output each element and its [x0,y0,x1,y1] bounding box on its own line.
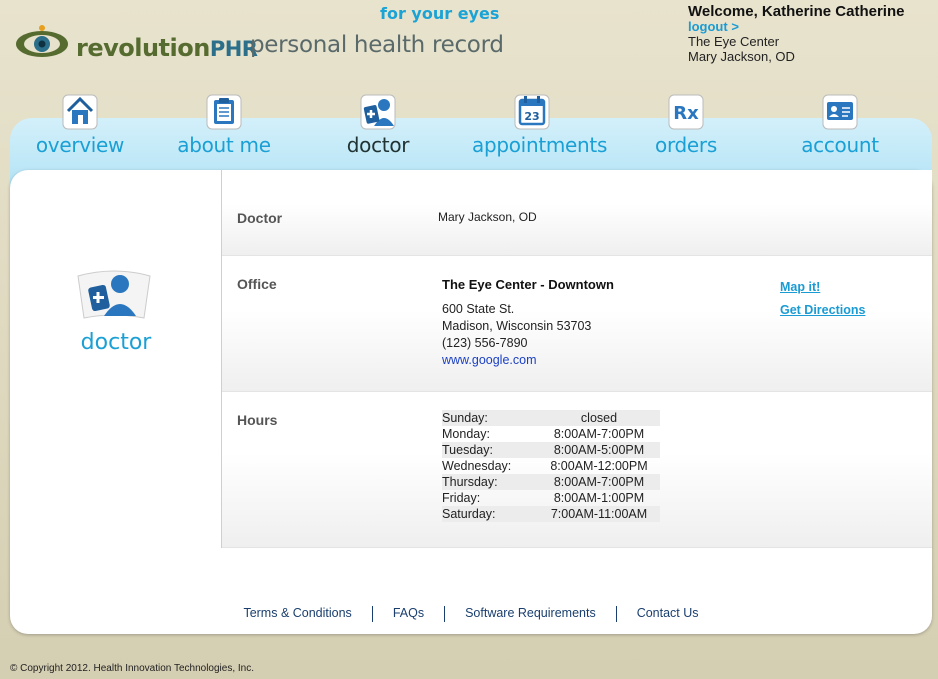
svg-text:Rx: Rx [673,103,699,124]
table-row: Sunday: closed [442,410,660,426]
office-phone: (123) 556-7890 [442,336,528,350]
hours-time: 7:00AM-11:00AM [538,506,660,522]
calendar-icon: 23 [512,90,552,130]
hours-day: Saturday: [442,506,538,522]
hours-time: 8:00AM-12:00PM [550,459,648,473]
hours-day: Sunday: [442,410,538,426]
office-label: Office [237,276,277,292]
hours-label: Hours [237,412,278,428]
doctor-icon [77,270,151,319]
tagline: personal health record [250,32,504,58]
office-city: Madison, Wisconsin 53703 [442,319,592,333]
clipboard-icon [204,90,244,130]
rx-icon: Rx [666,90,706,130]
hours-time: 8:00AM-7:00PM [538,474,660,490]
office-links: Map it! Get Directions [780,280,865,326]
table-row: Thursday: 8:00AM-7:00PM [442,474,660,490]
software-requirements-link[interactable]: Software Requirements [445,606,616,620]
practice-name: The Eye Center [688,34,780,49]
copyright-text: © Copyright 2012. Health Innovation Tech… [10,663,255,674]
logout-link[interactable]: logout > [688,19,904,34]
tab-account-label: account [801,133,879,157]
id-card-icon [820,90,860,130]
doctor-name: Mary Jackson, OD [438,210,537,224]
sidebar: doctor [10,170,222,548]
hours-time: closed [538,410,660,426]
tab-doctor-label: doctor [346,133,410,157]
table-row: Saturday: 7:00AM-11:00AM [442,506,660,522]
footer-links: Terms & Conditions FAQs Software Requireme… [10,606,932,622]
table-row: Friday: 8:00AM-1:00PM [442,490,660,506]
office-address: The Eye Center - Downtown 600 State St. … [442,276,614,369]
map-it-link[interactable]: Map it! [780,280,865,294]
tab-appointments-label: appointments [472,133,608,157]
hours-row: Hours Sunday: closed Monday: 8:00AM-7:00PM… [222,392,932,548]
hours-time: 8:00AM-1:00PM [553,491,645,505]
office-name: The Eye Center - Downtown [442,277,614,292]
user-box: Welcome, Katherine Catherine logout > Th… [688,4,904,64]
tab-doctor[interactable]: doctor [318,90,438,157]
hours-time: 8:00AM-7:00PM [553,427,645,441]
hours-day: Friday: [442,491,481,505]
office-website-link[interactable]: www.google.com [442,352,614,369]
logo[interactable]: revolutionPHR personal health record for… [14,4,514,70]
tab-account[interactable]: account [780,90,900,157]
doctor-icon [358,90,398,130]
office-street: 600 State St. [442,302,515,316]
hours-day: Tuesday: [442,442,538,458]
faqs-link[interactable]: FAQs [373,606,444,620]
sidebar-title: doctor [80,330,152,355]
doctor-row: Doctor Mary Jackson, OD [222,170,932,256]
terms-link[interactable]: Terms & Conditions [223,606,371,620]
eye-logo-icon [16,25,68,57]
svg-text:23: 23 [524,110,539,123]
doctor-label: Doctor [237,210,283,226]
get-directions-link[interactable]: Get Directions [780,303,865,317]
tab-overview[interactable]: overview [20,90,140,157]
table-row: Wednesday: 8:00AM-12:00PM [442,458,660,474]
welcome-text: Welcome, Katherine Catherine [688,3,905,20]
tab-overview-label: overview [35,133,125,157]
tab-orders[interactable]: Rx orders [626,90,746,157]
hours-table: Sunday: closed Monday: 8:00AM-7:00PM Tuesd… [442,410,660,522]
tab-about-me[interactable]: about me [164,90,284,157]
hours-time: 8:00AM-5:00PM [538,442,660,458]
table-row: Monday: 8:00AM-7:00PM [442,426,660,442]
slogan: for your eyes [380,4,500,23]
brand-name: revolutionPHR [76,34,258,62]
table-row: Tuesday: 8:00AM-5:00PM [442,442,660,458]
content-card: doctor Doctor Mary Jackson, OD Office Th… [10,170,932,634]
tab-appointments[interactable]: 23 appointments [472,90,608,157]
office-row: Office The Eye Center - Downtown 600 Sta… [222,256,932,392]
tab-orders-label: orders [655,133,717,157]
hours-day: Monday: [442,427,490,441]
hours-day: Thursday: [442,474,538,490]
contact-us-link[interactable]: Contact Us [617,606,719,620]
home-icon [60,90,100,130]
provider-name: Mary Jackson, OD [688,49,795,64]
hours-day: Wednesday: [442,459,512,473]
tab-about-me-label: about me [177,133,271,157]
